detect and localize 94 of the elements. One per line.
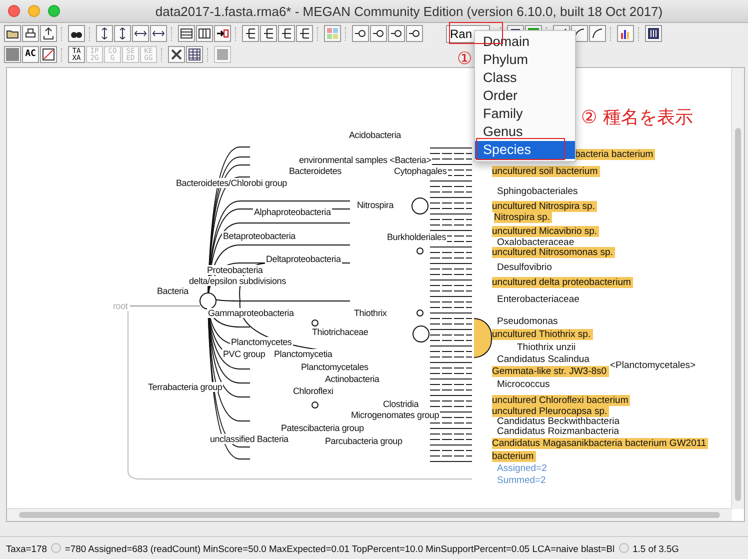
find-icon[interactable] (68, 25, 85, 42)
taxon-label: Nitrospira (356, 200, 395, 210)
species-label: Candidatus Beckwithbacteria (497, 416, 621, 427)
cols-icon[interactable] (196, 25, 213, 42)
taxon-label: Deltaproteobacteria (265, 254, 342, 264)
status-icon (50, 543, 61, 553)
taxon-label: Planctomycetes (230, 337, 293, 347)
taxon-label: Clostridia (382, 399, 420, 409)
taxon-label: Terrabacteria group (147, 382, 224, 392)
taxon-label: Planctomycetales (300, 362, 370, 372)
grid-icon[interactable] (324, 25, 341, 42)
species-label: uncultured Nitrosomonas sp. (492, 247, 615, 258)
horizontal-scrollbar[interactable] (7, 508, 732, 521)
curve-icon[interactable] (589, 25, 606, 42)
taxon-label: Alphaproteobacteria (253, 207, 332, 217)
export-icon[interactable] (40, 25, 57, 42)
species-label: Desulfovibrio (497, 262, 553, 273)
step-marker: ① (457, 49, 472, 69)
count-label: Summed=2 (497, 475, 546, 486)
taxon-label: delta/epsilon subdivisions (188, 276, 287, 286)
node-icon[interactable] (388, 25, 405, 42)
species-label: Micrococcus (497, 379, 551, 390)
species-label: Oxalobacteraceae (497, 237, 576, 248)
taxon-label: Betaproteobacteria (222, 231, 296, 241)
chart-icon[interactable] (617, 25, 634, 42)
taxon-label: Bacteroidetes/Chlorobi group (175, 178, 288, 188)
taxon-label: Thiothrix (353, 308, 388, 318)
taxon-label: Planctomycetia (273, 349, 334, 359)
memory-usage: 1.5 of 3.5G (632, 542, 679, 554)
taxon-label: environmental samples <Bacteria> (298, 155, 432, 165)
species-label: uncultured Thiothrix sp. (492, 329, 593, 340)
taxon-label: Bacteroidetes (288, 166, 342, 176)
taxon-label: Patescibacteria group (280, 423, 365, 433)
taxon-label: Parcubacteria group (324, 436, 404, 446)
species-label: Nitrospira sp. (494, 212, 552, 223)
species-label: uncultured Nitrospira sp. (492, 201, 597, 212)
node-icon[interactable] (352, 25, 369, 42)
print-icon[interactable] (22, 25, 39, 42)
node-icon[interactable] (406, 25, 423, 42)
window-title: data2017-1.fasta.rma6* - MEGAN Community Edition (version 6.10.0, built 18 Oct 2017) (154, 4, 664, 18)
network-icon[interactable] (168, 46, 185, 63)
taxon-label: Chloroflexi (292, 386, 334, 396)
species-label: uncultured delta proteobacterium (492, 277, 633, 288)
text-button[interactable]: AC (22, 46, 39, 63)
species-label: uncultured Pleurocapsa sp. (492, 406, 610, 417)
table-icon[interactable] (186, 46, 203, 63)
callout-text: ② 種名を表示 (581, 106, 693, 129)
species-label: Thiothrix unzii (517, 342, 577, 353)
taxon-label: Cytophagales (393, 166, 448, 176)
tree-icon[interactable] (242, 25, 259, 42)
menu-item[interactable]: Family (475, 105, 575, 123)
folder-icon[interactable] (4, 25, 21, 42)
slash-icon[interactable] (40, 46, 57, 63)
taxon-label: Microgenomates group (350, 410, 440, 420)
species-label: <Planctomycetales> (610, 360, 697, 371)
species-label: bacterium (492, 451, 536, 462)
tree-icon[interactable] (260, 25, 277, 42)
species-label: Candidatus Magasanikbacteria bacterium GW2011 (492, 438, 708, 449)
species-label: uncultured Micavibrio sp. (492, 226, 600, 237)
menu-item[interactable]: Class (475, 69, 575, 87)
highlighted-node (474, 318, 492, 358)
species-label: uncultured soil bacterium (492, 166, 600, 177)
species-label: Candidatus Roizmanbacteria (497, 426, 620, 437)
menu-item[interactable]: Genus (475, 123, 575, 141)
taxon-label: Proteobacteria (206, 265, 264, 275)
count-label: Assigned=2 (497, 463, 547, 474)
species-label: bacteria bacterium (575, 149, 656, 160)
status-details: =780 Assigned=683 (readCount) MinScore=50.0 MaxExpected=0.01 TopPercent=10.0 MinSupportPercent=0.05 LCA=naive blast=Bl (64, 542, 615, 554)
status-icon (618, 543, 629, 553)
species-label: Gemmata-like str. JW3-8s0 (492, 366, 609, 377)
node-icon[interactable] (370, 25, 387, 42)
menu-item[interactable]: Order (475, 87, 575, 105)
close-icon[interactable] (8, 5, 20, 17)
species-label: Candidatus Scalindua (497, 354, 590, 365)
menu-item[interactable]: Phylum (475, 51, 575, 69)
taxon-label: Thiotrichaceae (311, 327, 370, 337)
tree-icon[interactable] (278, 25, 295, 42)
species-label: Pseudomonas (497, 316, 559, 327)
taxon-label: Actinobacteria (324, 374, 380, 384)
taxa-count: Taxa=178 (6, 542, 47, 554)
species-label: Enterobacteriaceae (497, 294, 580, 305)
rows-icon[interactable] (178, 25, 195, 42)
taxon-label: Burkholderiales (386, 232, 448, 242)
root-label: root (112, 301, 129, 311)
taxon-label: PVC group (222, 349, 266, 359)
taxon-label: unclassified Bacteria (209, 434, 290, 444)
species-label: uncultured Chloroflexi bacterium (492, 395, 630, 406)
species-label: Sphingobacteriales (497, 186, 579, 197)
vertical-scrollbar[interactable] (731, 68, 744, 509)
taxon-label: Acidobacteria (348, 130, 402, 140)
tree-icon[interactable] (296, 25, 313, 42)
menu-item[interactable]: Species (475, 141, 575, 159)
taxon-label: Gammaproteobacteria (207, 308, 295, 318)
taxon-label: Bacteria (156, 286, 190, 296)
